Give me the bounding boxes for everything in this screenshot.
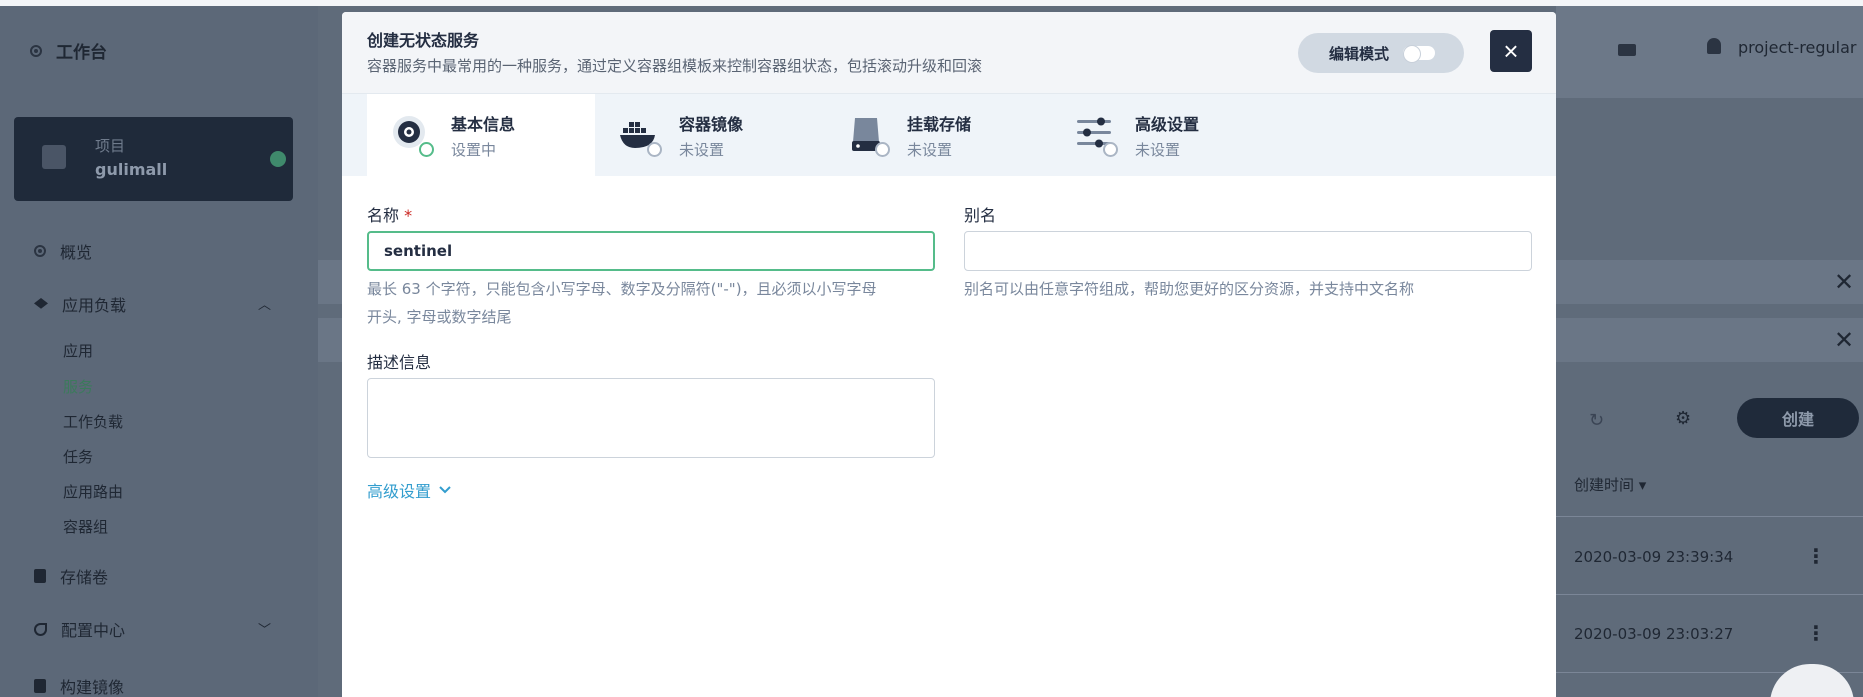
sidebar-item-build-image[interactable]: 构建镜像	[34, 674, 124, 697]
sidebar-item-app-workloads[interactable]: 应用负载	[34, 292, 126, 316]
step-tabs: 基本信息 设置中 容器镜像 未设置 挂载存储 未设置 高级设置 未设置	[342, 94, 1556, 176]
workbench-label: 工作台	[56, 43, 107, 63]
close-icon[interactable]: ✕	[1834, 268, 1854, 296]
sidebar-item-config-center[interactable]: 配置中心	[34, 617, 125, 641]
create-service-modal: 创建无状态服务 容器服务中最常用的一种服务，通过定义容器组模板来控制容器组状态，…	[342, 12, 1556, 697]
more-actions-icon[interactable]: ⋮	[1806, 544, 1826, 568]
user-name[interactable]: project-regular	[1738, 38, 1857, 57]
step-title: 基本信息	[451, 115, 516, 134]
row-divider	[1556, 594, 1863, 595]
project-label: 项目	[95, 137, 126, 155]
status-pending-icon	[1103, 142, 1118, 157]
step-title: 高级设置	[1135, 115, 1200, 134]
name-input[interactable]	[367, 231, 935, 271]
close-button[interactable]: ×	[1490, 30, 1532, 72]
step-status: 未设置	[1135, 141, 1181, 159]
project-switch-icon[interactable]	[270, 151, 286, 167]
stack-icon	[34, 298, 48, 309]
sidebar-item-label: 构建镜像	[60, 678, 125, 697]
name-hint: 最长 63 个字符，只能包含小写字母、数字及分隔符("-")，且必须以小写字母 …	[367, 275, 937, 331]
required-mark: *	[404, 206, 413, 225]
advanced-settings-link[interactable]: 高级设置	[367, 478, 451, 502]
name-label-text: 名称	[367, 206, 400, 225]
status-pending-icon	[647, 142, 662, 157]
alias-label: 别名	[964, 206, 997, 225]
tab-mount-storage[interactable]: 挂载存储 未设置	[823, 94, 1051, 176]
tab-container-image[interactable]: 容器镜像 未设置	[595, 94, 823, 176]
sidebar-subitem-services[interactable]: 服务	[63, 376, 93, 397]
status-check-icon	[419, 142, 434, 157]
project-name: gulimall	[95, 160, 168, 179]
project-selector[interactable]: 项目 gulimall	[14, 117, 293, 201]
sort-down-icon: ▾	[1638, 476, 1647, 494]
sidebar-item-label: 概览	[60, 243, 93, 262]
step-title: 容器镜像	[679, 115, 744, 134]
step-status: 设置中	[451, 141, 497, 159]
description-label: 描述信息	[367, 353, 432, 372]
step-title: 挂载存储	[907, 115, 972, 134]
toggle-switch-icon	[1403, 45, 1436, 63]
status-pending-icon	[875, 142, 890, 157]
table-cell-created: 2020-03-09 23:03:27	[1574, 625, 1734, 643]
description-textarea[interactable]	[367, 378, 935, 458]
user-icon	[1707, 38, 1721, 54]
gear-icon[interactable]: ⚙	[1675, 408, 1691, 429]
chevron-up-icon[interactable]: ︿	[258, 294, 271, 313]
sidebar-item-volumes[interactable]: 存储卷	[34, 564, 108, 588]
sidebar-subitem-jobs[interactable]: 任务	[63, 446, 93, 467]
step-status: 未设置	[907, 141, 953, 159]
sidebar-subitem-apps[interactable]: 应用	[63, 340, 93, 361]
overview-icon	[34, 245, 46, 257]
table-cell-created: 2020-03-09 23:39:34	[1574, 548, 1734, 566]
chevron-down-icon	[439, 486, 451, 494]
workbench-icon	[30, 44, 42, 57]
edit-mode-toggle[interactable]: 编辑模式	[1298, 33, 1464, 73]
more-actions-icon[interactable]: ⋮	[1806, 621, 1826, 645]
project-icon	[42, 145, 66, 169]
name-label: 名称 *	[367, 202, 412, 226]
alias-hint: 别名可以由任意字符组成，帮助您更好的区分资源，并支持中文名称	[964, 280, 1415, 298]
tv-logo-icon	[1770, 664, 1854, 697]
sidebar-item-label: 应用负载	[62, 296, 127, 315]
create-button[interactable]: 创建	[1737, 398, 1859, 438]
modal-description: 容器服务中最常用的一种服务，通过定义容器组模板来控制容器组状态，包括滚动升级和回…	[367, 57, 983, 75]
modal-title: 创建无状态服务	[367, 31, 480, 50]
column-header-created-time[interactable]: 创建时间 ▾	[1574, 474, 1646, 495]
image-icon	[34, 679, 46, 693]
sidebar-item-overview[interactable]: 概览	[34, 239, 92, 263]
sidebar-subitem-workloads[interactable]: 工作负载	[63, 411, 123, 432]
workbench-link[interactable]: 工作台	[30, 38, 107, 63]
chevron-down-icon[interactable]: ﹀	[258, 619, 271, 638]
close-icon[interactable]: ✕	[1834, 326, 1854, 354]
document-icon[interactable]	[1618, 44, 1636, 56]
sidebar-subitem-pods[interactable]: 容器组	[63, 516, 108, 537]
edit-mode-label: 编辑模式	[1329, 45, 1390, 63]
sidebar-item-label: 存储卷	[60, 568, 109, 587]
sidebar	[0, 6, 318, 697]
column-header-label: 创建时间	[1574, 476, 1635, 494]
modal-header: 创建无状态服务 容器服务中最常用的一种服务，通过定义容器组模板来控制容器组状态，…	[342, 12, 1556, 94]
refresh-icon[interactable]: ↻	[1589, 410, 1604, 431]
step-status: 未设置	[679, 141, 725, 159]
storage-icon	[34, 569, 46, 583]
advanced-settings-label: 高级设置	[367, 482, 432, 501]
name-hint-line: 最长 63 个字符，只能包含小写字母、数字及分隔符("-")，且必须以小写字母	[367, 280, 877, 298]
tab-basic-info[interactable]: 基本信息 设置中	[367, 94, 595, 176]
name-hint-line: 开头, 字母或数字结尾	[367, 308, 512, 326]
tab-advanced-settings[interactable]: 高级设置 未设置	[1051, 94, 1279, 176]
sidebar-item-label: 配置中心	[61, 621, 126, 640]
wrench-icon	[34, 622, 47, 636]
sidebar-subitem-routes[interactable]: 应用路由	[63, 481, 123, 502]
alias-input[interactable]	[964, 231, 1532, 271]
row-divider	[1556, 516, 1863, 517]
